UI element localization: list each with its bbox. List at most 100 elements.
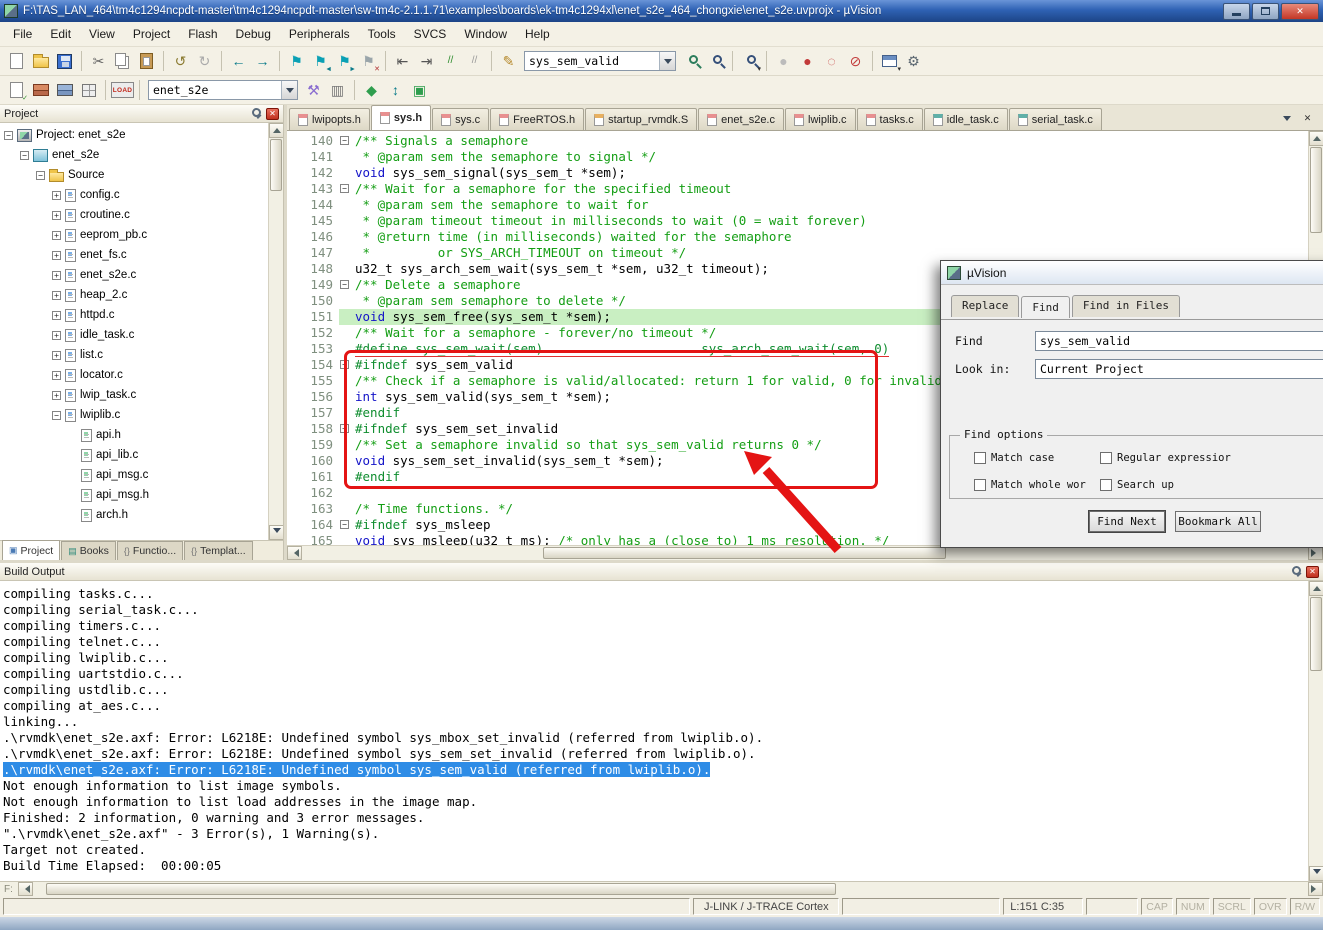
find-in-files-icon[interactable] <box>680 50 703 73</box>
output-line[interactable]: compiling timers.c... <box>3 618 1307 634</box>
tree-item-enet-fs-c[interactable]: + enet_fs.c <box>0 245 267 265</box>
disable-breakpoints-icon[interactable]: ◌ <box>820 50 843 73</box>
tree-item-api-lib-c[interactable]: api_lib.c <box>0 445 267 465</box>
indent-icon[interactable]: ⇥ <box>415 50 438 73</box>
close-button[interactable]: ✕ <box>1281 2 1319 20</box>
tree-item-lwip-task-c[interactable]: + lwip_task.c <box>0 385 267 405</box>
menu-item-help[interactable]: Help <box>516 23 559 45</box>
editor-tab-tasks-c[interactable]: tasks.c <box>856 108 923 130</box>
output-line[interactable]: compiling at_aes.c... <box>3 698 1307 714</box>
expand-plus-icon[interactable]: + <box>52 270 61 280</box>
tree-item-locator-c[interactable]: + locator.c <box>0 365 267 385</box>
find-input[interactable] <box>1035 331 1323 351</box>
manage-rte-icon[interactable]: ◆ <box>360 79 383 102</box>
fold-icon[interactable]: − <box>340 360 349 369</box>
editor-tab-idle-task-c[interactable]: idle_task.c <box>923 108 1008 130</box>
next-bookmark-icon[interactable]: ⚑ ► <box>333 50 356 73</box>
translate-icon[interactable]: ✓ <box>5 79 28 102</box>
tree-item-enet-s2e[interactable]: − enet_s2e <box>0 145 267 165</box>
menu-item-debug[interactable]: Debug <box>227 23 280 45</box>
chevron-down-icon[interactable] <box>659 52 675 70</box>
menu-item-peripherals[interactable]: Peripherals <box>280 23 359 45</box>
scroll-up-icon[interactable] <box>1309 581 1323 596</box>
expand-plus-icon[interactable]: + <box>52 210 61 220</box>
collapse-minus-icon[interactable]: − <box>36 170 45 180</box>
scroll-thumb[interactable] <box>543 547 946 559</box>
expand-plus-icon[interactable]: + <box>52 250 61 260</box>
tree-scrollbar[interactable] <box>268 123 283 540</box>
new-file-icon[interactable] <box>5 50 28 73</box>
collapse-minus-icon[interactable]: − <box>20 150 29 160</box>
scroll-down-icon[interactable] <box>269 525 283 540</box>
menu-item-window[interactable]: Window <box>455 23 516 45</box>
open-file-icon[interactable] <box>29 50 52 73</box>
editor-tab-sys-h[interactable]: sys.h <box>370 105 432 130</box>
panel-tab-books[interactable]: ▤ Books <box>61 541 116 560</box>
clear-bookmarks-icon[interactable]: ⚑ ✕ <box>357 50 380 73</box>
tree-item-api-msg-h[interactable]: api_msg.h <box>0 485 267 505</box>
menu-item-view[interactable]: View <box>80 23 124 45</box>
paste-icon[interactable] <box>135 50 158 73</box>
editor-tab-startup-rvmdk-s[interactable]: startup_rvmdk.S <box>585 108 698 130</box>
output-line[interactable]: compiling uartstdio.c... <box>3 666 1307 682</box>
tree-item-api-msg-c[interactable]: api_msg.c <box>0 465 267 485</box>
tree-item-croutine-c[interactable]: + croutine.c <box>0 205 267 225</box>
pack-installer-icon[interactable]: ▣ <box>408 79 431 102</box>
scroll-thumb[interactable] <box>1310 147 1322 233</box>
debug-windows-icon[interactable]: ▾ <box>878 50 901 73</box>
redo-icon[interactable]: ↻ <box>193 50 216 73</box>
editor-tab-freertos-h[interactable]: FreeRTOS.h <box>490 108 585 130</box>
scroll-left-icon[interactable] <box>18 882 33 896</box>
tree-item-idle-task-c[interactable]: + idle_task.c <box>0 325 267 345</box>
collapse-minus-icon[interactable]: − <box>4 130 13 140</box>
scroll-right-icon[interactable] <box>1308 882 1323 896</box>
find-icon[interactable] <box>704 50 727 73</box>
output-line[interactable]: .\rvmdk\enet_s2e.axf: Error: L6218E: Und… <box>3 746 1307 762</box>
tab-close-button[interactable]: ✕ <box>1300 111 1315 126</box>
find-text-combo[interactable]: sys_sem_valid <box>524 51 676 71</box>
output-line[interactable]: compiling telnet.c... <box>3 634 1307 650</box>
bookmark-all-button[interactable]: Bookmark All <box>1175 511 1261 532</box>
scroll-up-icon[interactable] <box>1309 131 1323 146</box>
t scroll-thumb[interactable] <box>270 139 282 191</box>
flash-download-icon[interactable]: LOAD <box>111 79 134 102</box>
file-extensions-icon[interactable]: ▥ <box>326 79 349 102</box>
panel-tab-templat[interactable]: {} Templat... <box>184 541 253 560</box>
expand-plus-icon[interactable]: + <box>52 330 61 340</box>
tree-item-source[interactable]: − Source <box>0 165 267 185</box>
rebuild-icon[interactable] <box>53 79 76 102</box>
fold-icon[interactable]: − <box>340 520 349 529</box>
editor-tab-sys-c[interactable]: sys.c <box>432 108 490 130</box>
expand-plus-icon[interactable]: + <box>52 370 61 380</box>
tree-item-api-h[interactable]: api.h <box>0 425 267 445</box>
expand-plus-icon[interactable]: + <box>52 230 61 240</box>
save-icon[interactable] <box>53 50 76 73</box>
menu-item-flash[interactable]: Flash <box>179 23 226 45</box>
editor-tab-enet-s2e-c[interactable]: enet_s2e.c <box>698 108 784 130</box>
breakpoint-icon[interactable]: ● <box>796 50 819 73</box>
output-line[interactable]: Target not created. <box>3 842 1307 858</box>
scroll-thumb[interactable] <box>45 883 837 895</box>
find-dialog-titlebar[interactable]: µVision <box>941 261 1323 285</box>
comment-icon[interactable]: // <box>439 50 462 73</box>
output-line[interactable]: compiling tasks.c... <box>3 586 1307 602</box>
editor-tab-serial-task-c[interactable]: serial_task.c <box>1008 108 1102 130</box>
scroll-down-icon[interactable] <box>1309 866 1323 881</box>
tree-item-list-c[interactable]: + list.c <box>0 345 267 365</box>
pin-icon[interactable] <box>1292 566 1303 577</box>
output-line[interactable]: compiling serial_task.c... <box>3 602 1307 618</box>
options-for-target-icon[interactable]: ⚒ <box>302 79 325 102</box>
kill-breakpoints-icon[interactable]: ⊘ <box>844 50 867 73</box>
menu-item-svcs[interactable]: SVCS <box>405 23 456 45</box>
minimize-button[interactable] <box>1223 2 1250 20</box>
scroll-thumb[interactable] <box>1310 597 1322 671</box>
fold-icon[interactable]: − <box>340 424 349 433</box>
unindent-icon[interactable]: ⇤ <box>391 50 414 73</box>
build-output-close-button[interactable]: ✕ <box>1306 565 1319 578</box>
tree-item-project-enet-s2e[interactable]: − Project: enet_s2e <box>0 125 267 145</box>
prev-bookmark-icon[interactable]: ⚑ ◄ <box>309 50 332 73</box>
panel-tab-project[interactable]: ▣ Project <box>2 540 61 560</box>
fold-icon[interactable]: − <box>340 136 349 145</box>
find-dialog-tab-find-in-files[interactable]: Find in Files <box>1071 295 1180 317</box>
tree-item-lwiplib-c[interactable]: − lwiplib.c <box>0 405 267 425</box>
